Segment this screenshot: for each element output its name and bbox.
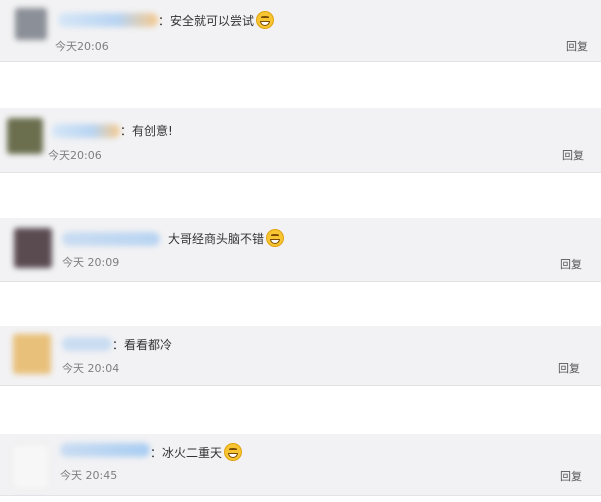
avatar[interactable] (15, 8, 47, 40)
comment-card: ：冰火二重天 今天 20:45 回复 (0, 434, 601, 496)
comment-text-body: 看看都冷 (124, 338, 173, 352)
username[interactable] (52, 124, 120, 138)
laughing-emoji-icon (266, 229, 285, 247)
reply-button[interactable]: 回复 (558, 362, 580, 376)
comment-card: ：安全就可以尝试 今天20:06 回复 (0, 0, 601, 62)
comment-text-body: 有创意! (132, 124, 173, 138)
comment-card: 大哥经商头脑不错 今天 20:09 回复 (0, 218, 601, 282)
reply-button[interactable]: 回复 (562, 149, 584, 163)
comment-text-body: 冰火二重天 (162, 446, 223, 460)
username[interactable] (58, 13, 158, 27)
avatar[interactable] (7, 118, 43, 154)
comment-text: 大哥经商头脑不错 (168, 229, 285, 248)
avatar[interactable] (14, 228, 52, 268)
comment-card: ：有创意! 今天20:06 回复 (0, 108, 601, 173)
laughing-emoji-icon (224, 443, 243, 461)
grin-emoji-icon (256, 11, 275, 29)
avatar[interactable] (12, 444, 50, 490)
comment-timestamp: 今天 20:09 (62, 256, 120, 269)
comment-card: ：看看都冷 今天 20:04 回复 (0, 326, 601, 386)
username[interactable] (62, 337, 112, 351)
username[interactable] (62, 232, 160, 246)
username[interactable] (60, 443, 150, 457)
comment-text: ：安全就可以尝试 (158, 11, 275, 30)
comment-text-body: 安全就可以尝试 (170, 14, 255, 28)
comment-text-body: 大哥经商头脑不错 (168, 232, 265, 246)
comment-timestamp: 今天 20:45 (60, 469, 118, 482)
comment-text: ：看看都冷 (112, 338, 173, 352)
reply-button[interactable]: 回复 (560, 470, 582, 484)
comment-timestamp: 今天20:06 (48, 149, 102, 162)
reply-button[interactable]: 回复 (566, 40, 588, 54)
comment-text: ：有创意! (120, 124, 173, 138)
comment-text: ：冰火二重天 (150, 443, 243, 462)
comment-timestamp: 今天 20:04 (62, 362, 120, 375)
reply-button[interactable]: 回复 (560, 258, 582, 272)
avatar[interactable] (13, 334, 51, 374)
comment-timestamp: 今天20:06 (55, 40, 109, 53)
